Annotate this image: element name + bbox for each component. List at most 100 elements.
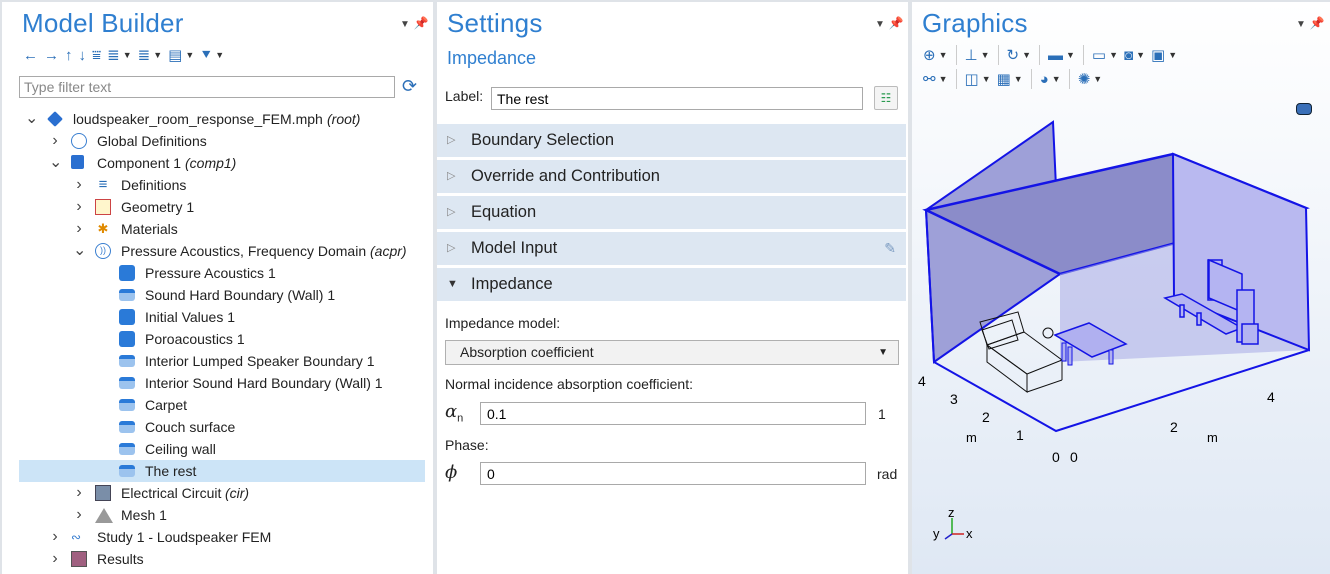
tree-item[interactable]: ⌄ Component 1 (comp1)	[19, 152, 425, 174]
panel-menu-icon[interactable]: ▼ 📌	[875, 16, 904, 30]
tree-item[interactable]: › ✱ Materials	[19, 218, 425, 240]
phase-input[interactable]	[480, 462, 866, 485]
tree-item-label: Carpet	[145, 397, 188, 413]
tree-item-label: Component 1	[97, 155, 182, 171]
tree-item-label: Couch surface	[145, 419, 236, 435]
root-icon	[47, 111, 63, 127]
print-icon[interactable]: ▭ ▼	[1089, 44, 1121, 66]
boundary-feature-icon	[119, 399, 135, 411]
grid-icon[interactable]: ▦ ▼	[994, 68, 1026, 90]
rotate-icon[interactable]: ↻ ▼	[1004, 44, 1035, 66]
filter-input[interactable]	[19, 76, 395, 98]
chevron-down-icon[interactable]: ⌄	[25, 108, 38, 130]
camera-icon[interactable]: ◙ ▼	[1121, 44, 1148, 66]
tree-item-tag: (root)	[327, 111, 361, 127]
tree-item[interactable]: › ≡ Definitions	[19, 174, 425, 196]
chevron-down-icon: ▼	[878, 347, 888, 358]
tree-item[interactable]: ⌄ loudspeaker_room_response_FEM.mph (root)	[19, 108, 425, 130]
tree-item[interactable]: Pressure Acoustics 1	[19, 262, 425, 284]
tree-item[interactable]: › Electrical Circuit (cir)	[19, 482, 425, 504]
results-icon	[71, 551, 87, 567]
chevron-right-icon[interactable]: ›	[73, 504, 85, 526]
panel-menu-icon[interactable]: ▼ 📌	[400, 16, 429, 30]
tree-item[interactable]: Carpet	[19, 394, 425, 416]
section-label: Impedance	[471, 275, 553, 293]
tree-item[interactable]: Couch surface	[19, 416, 425, 438]
label-input[interactable]	[491, 87, 863, 110]
tree-item[interactable]: › Global Definitions	[19, 130, 425, 152]
chevron-down-icon[interactable]: ⌄	[49, 152, 62, 174]
tree-item[interactable]: The rest	[19, 460, 425, 482]
section-label: Boundary Selection	[471, 131, 615, 149]
tree-item[interactable]: Initial Values 1	[19, 306, 425, 328]
mesh-icon	[95, 508, 113, 523]
globe-icon	[71, 133, 87, 149]
zoom-icon[interactable]: ⊕ ▼	[920, 44, 951, 66]
viewport-icon[interactable]	[1296, 103, 1312, 115]
link-icon[interactable]: ⚯ ▼	[920, 68, 951, 90]
chevron-right-icon[interactable]: ›	[73, 482, 85, 504]
section-model-input[interactable]: ▷ Model Input ✎	[437, 232, 906, 265]
tree-item[interactable]: › Results	[19, 548, 425, 570]
tree-item[interactable]: Interior Sound Hard Boundary (Wall) 1	[19, 372, 425, 394]
view-icon[interactable]: ▤ ▼	[165, 44, 197, 66]
box-select-icon[interactable]: ▣ ▼	[1148, 44, 1180, 66]
color-icon[interactable]: ◕ ▼	[1037, 68, 1064, 90]
model-tree: ⌄ loudspeaker_room_response_FEM.mph (root)…	[19, 108, 425, 570]
graphics-toolbar-row1: ⊕ ▼ ⊥ ▼ ↻ ▼ ▬ ▼ ▭ ▼ ◙ ▼ ▣ ▼	[920, 44, 1180, 66]
chevron-right-icon[interactable]: ›	[49, 548, 61, 570]
phase-unit: rad	[877, 466, 898, 482]
show-icon[interactable]: ⩸	[89, 44, 104, 66]
forward-arrow-icon[interactable]: →	[41, 44, 62, 66]
chevron-right-icon[interactable]: ›	[73, 196, 85, 218]
graphics-title: Graphics	[922, 8, 1028, 38]
edit-label-icon[interactable]: ☷	[874, 86, 898, 110]
back-arrow-icon[interactable]: ←	[20, 44, 41, 66]
alpha-input[interactable]	[480, 402, 866, 425]
domain-feature-icon	[119, 309, 135, 325]
refresh-icon[interactable]: ⟳	[402, 76, 417, 97]
boundary-feature-icon	[119, 421, 135, 433]
chevron-down-icon[interactable]: ⌄	[73, 240, 86, 262]
impedance-model-select[interactable]: Absorption coefficient ▼	[445, 340, 899, 365]
transparency-icon[interactable]: ◫ ▼	[962, 68, 994, 90]
section-boundary-selection[interactable]: ▷ Boundary Selection	[437, 124, 906, 157]
tree-item-label: Poroacoustics 1	[145, 331, 245, 347]
move-down-icon[interactable]: ↓	[76, 44, 90, 66]
collapse-icon[interactable]: ≣ ▼	[135, 44, 166, 66]
axes-view-icon[interactable]: ⊥ ▼	[962, 44, 993, 66]
tree-item[interactable]: › Mesh 1	[19, 504, 425, 526]
tree-item[interactable]: Poroacoustics 1	[19, 328, 425, 350]
chevron-right-icon[interactable]: ›	[49, 130, 61, 152]
filter-icon[interactable]: ⯆ ▼	[197, 44, 227, 66]
axis-unit-x: m	[1207, 430, 1218, 445]
section-override-and-contribution[interactable]: ▷ Override and Contribution	[437, 160, 906, 193]
tree-item[interactable]: Ceiling wall	[19, 438, 425, 460]
chevron-right-icon[interactable]: ›	[49, 526, 61, 548]
chevron-right-icon[interactable]: ›	[73, 174, 85, 196]
chevron-right-icon[interactable]: ›	[73, 218, 85, 240]
scene-light-icon[interactable]: ✺ ▼	[1075, 68, 1106, 90]
graphics-toolbar-row2: ⚯ ▼ ◫ ▼ ▦ ▼ ◕ ▼ ✺ ▼	[920, 68, 1105, 90]
section-impedance[interactable]: ▼ Impedance	[437, 268, 906, 301]
tree-item-label: Ceiling wall	[145, 441, 216, 457]
tree-item-label: loudspeaker_room_response_FEM.mph	[73, 111, 323, 127]
tree-item[interactable]: ⌄)) Pressure Acoustics, Frequency Domain(…	[19, 240, 425, 262]
tree-item-label: Pressure Acoustics, Frequency Domain	[121, 243, 367, 259]
move-up-icon[interactable]: ↑	[62, 44, 76, 66]
tree-item[interactable]: › Geometry 1	[19, 196, 425, 218]
tree-item-label: Electrical Circuit	[121, 485, 222, 501]
edit-icon[interactable]: ✎	[884, 232, 896, 265]
model-builder-toolbar: ← → ↑ ↓ ⩸ ≣ ▼ ≣ ▼ ▤ ▼ ⯆ ▼	[20, 44, 227, 66]
impedance-model-value: Absorption coefficient	[460, 344, 594, 360]
section-equation[interactable]: ▷ Equation	[437, 196, 906, 229]
panel-menu-icon[interactable]: ▼ 📌	[1296, 16, 1325, 30]
tree-item[interactable]: Interior Lumped Speaker Boundary 1	[19, 350, 425, 372]
tree-item-label: Interior Lumped Speaker Boundary 1	[145, 353, 375, 369]
tree-item[interactable]: › ∾ Study 1 - Loudspeaker FEM	[19, 526, 425, 548]
tree-item-label: Global Definitions	[97, 133, 207, 149]
boundary-feature-icon	[119, 377, 135, 389]
select-mode-icon[interactable]: ▬ ▼	[1045, 44, 1078, 66]
tree-item[interactable]: Sound Hard Boundary (Wall) 1	[19, 284, 425, 306]
expand-icon[interactable]: ≣ ▼	[104, 44, 135, 66]
